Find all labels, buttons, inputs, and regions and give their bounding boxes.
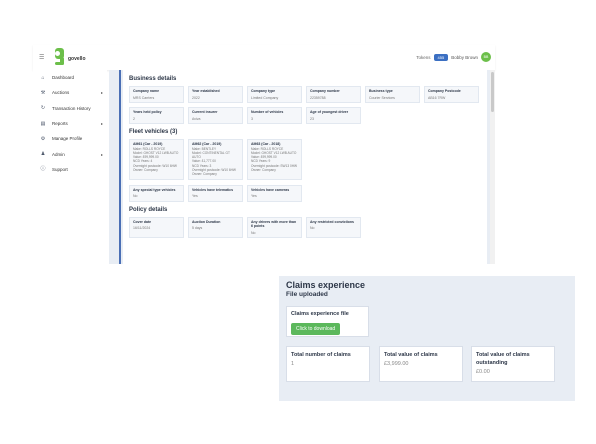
business-details-grid: Company name MRS Carriers Year establishe… [129,86,481,124]
reports-icon: ▤ [40,120,46,127]
menu-icon[interactable]: ☰ [39,54,44,61]
sidebar-item-transaction-history[interactable]: ↻ Transaction History [33,101,107,116]
download-button[interactable]: Click to download [291,323,341,335]
detail-card: Company number 22359788 [306,86,361,103]
sidebar-item-label: Support [52,166,68,172]
users-icon: ♟ [40,151,46,158]
vehicle-card: AM61 (Car - 2019) Make: ROLLS ROYCE Mode… [129,139,184,180]
stat-card-total-value: Total value of claims £3,999.00 [379,346,463,382]
info-icon: ⓘ [40,166,46,173]
detail-card: Cover date 16/11/2024 [129,216,184,239]
chevron-right-icon: ▸ [100,151,103,157]
vehicle-card: AM62 (Car - 2019) Make: BENTLEY Model: C… [188,139,243,180]
detail-card: Year established 2022 [188,86,243,103]
detail-card: Number of vehicles 3 [247,107,302,124]
detail-card: Company Postcode AB16 7RW [424,86,479,103]
policy-details-heading: Policy details [129,206,168,213]
scrollbar-thumb[interactable] [491,72,494,112]
stat-card-outstanding: Total value of claims outstanding £0.00 [471,346,555,382]
accent-bar [119,70,121,264]
detail-card: Years held policy 2 [129,107,184,124]
fleet-vehicles-grid: AM61 (Car - 2019) Make: ROLLS ROYCE Mode… [129,139,481,180]
sidebar-item-admin[interactable]: ♟ Admin ▸ [33,146,107,161]
sidebar-item-label: Admin [52,151,65,157]
detail-card: Age of youngest driver 23 [306,107,361,124]
detail-card: Any restricted convictions No [306,216,361,239]
sidebar-item-auctions[interactable]: ⚒ Auctions ▸ [33,85,107,100]
sidebar-item-label: Transaction History [52,105,91,111]
sidebar-item-label: Auctions [52,90,70,96]
business-details-heading: Business details [129,76,177,82]
tokens-badge: 455 [433,53,449,61]
fleet-extras-grid: Any special type vehicles No Vehicles hav… [129,184,481,202]
detail-card: Current insurer Aviva [188,107,243,124]
main-content: Business details Company name MRS Carrier… [109,70,495,264]
user-name[interactable]: Bobby Brown [451,55,478,60]
sidebar-item-label: Reports [52,121,68,127]
sidebar-item-support[interactable]: ⓘ Support [33,162,107,177]
scrollbar[interactable] [490,70,495,264]
details-panel[interactable]: Business details Company name MRS Carrier… [123,70,487,264]
chevron-right-icon: ▸ [100,121,103,127]
logo[interactable]: govello [53,48,86,65]
claims-title: Claims experience [286,280,366,290]
detail-card: Any special type vehicles No [129,184,184,202]
sidebar: ⌂ Dashboard ⚒ Auctions ▸ ↻ Transaction H… [33,70,107,180]
logo-text: govello [68,55,86,62]
claims-file-card: Claims experience file Click to download [286,306,369,337]
stat-card-total-claims: Total number of claims 1 [286,346,370,382]
sidebar-item-label: Dashboard [52,75,75,81]
detail-card: Company type Limited Company [247,86,302,103]
policy-details-grid: Cover date 16/11/2024 Auction Duration 5 d… [129,216,481,239]
gavel-icon: ⚒ [40,89,46,96]
detail-card: Company name MRS Carriers [129,86,184,103]
home-icon: ⌂ [41,74,45,81]
detail-card: Vehicles have telematics Yes [188,184,243,202]
claims-file-label: Claims experience file [291,311,349,317]
tokens-label: Tokens [416,54,431,60]
chevron-right-icon: ▸ [100,90,103,96]
avatar[interactable]: BB [481,52,491,62]
vehicle-card: AM63 (Car - 2018) Make: ROLLS ROYCE Mode… [247,139,302,180]
claims-experience-panel: Claims experience File uploaded Claims e… [279,276,575,401]
gear-icon: ⚙ [40,135,46,142]
detail-card: Vehicles have cameras Yes [247,184,302,202]
logo-mark-icon [53,48,65,65]
sidebar-item-dashboard[interactable]: ⌂ Dashboard [33,70,107,85]
detail-card: Business type Courier Services [365,86,420,103]
sidebar-item-label: Manage Profile [52,136,83,142]
fleet-vehicles-heading: Fleet vehicles (3) [129,129,178,135]
history-icon: ↻ [40,105,46,112]
claims-subtitle: File uploaded [286,291,328,298]
sidebar-item-manage-profile[interactable]: ⚙ Manage Profile [33,131,107,146]
detail-card: Auction Duration 5 days [188,216,243,239]
detail-card: Any drivers with more than 6 points No [247,216,302,239]
top-bar: ☰ govello Tokens 455 Bobby Brown BB [33,45,495,70]
sidebar-item-reports[interactable]: ▤ Reports ▸ [33,116,107,131]
